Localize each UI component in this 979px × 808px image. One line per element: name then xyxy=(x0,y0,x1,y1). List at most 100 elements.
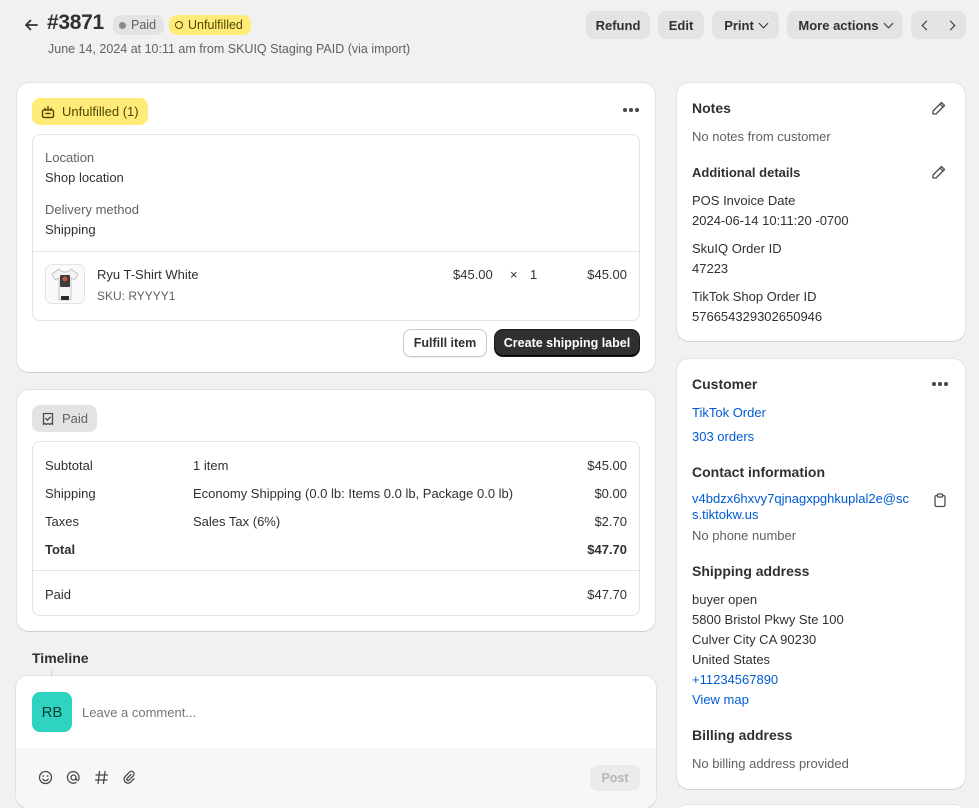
address-phone-link[interactable]: +11234567890 xyxy=(692,672,778,687)
location-label: Location xyxy=(45,150,95,165)
fulfillment-status-badge: Unfulfilled xyxy=(169,15,251,35)
address-line: United States xyxy=(692,652,771,667)
view-map-link[interactable]: View map xyxy=(692,692,749,707)
mention-icon[interactable] xyxy=(66,770,81,785)
address-line: Culver City CA 90230 xyxy=(692,632,817,647)
shipping-desc: Economy Shipping (0.0 lb: Items 0.0 lb, … xyxy=(193,486,514,501)
item-quantity: 1 xyxy=(530,267,538,282)
divider xyxy=(33,251,639,252)
status-label: Paid xyxy=(62,411,89,426)
arrow-left-icon xyxy=(25,19,38,31)
print-button[interactable]: Print xyxy=(712,11,779,39)
next-order-button[interactable] xyxy=(939,11,967,39)
back-button[interactable] xyxy=(20,14,42,36)
contact-info-title: Contact information xyxy=(692,464,825,480)
shipping-label: Shipping xyxy=(45,486,96,501)
unfulfilled-status-pill: Unfulfilled (1) xyxy=(32,98,148,125)
attachment-icon[interactable] xyxy=(122,770,137,785)
detail-label: POS Invoice Date xyxy=(692,193,796,208)
detail-value: 47223 xyxy=(692,261,729,276)
button-label: Fulfill item xyxy=(413,336,477,350)
customer-orders-link[interactable]: 303 orders xyxy=(692,429,754,444)
incomplete-circle-icon xyxy=(175,21,183,29)
total-amount: $47.70 xyxy=(587,542,627,557)
chevron-left-icon xyxy=(921,20,932,30)
detail-label: SkuIQ Order ID xyxy=(692,241,782,256)
customer-email-link[interactable]: v4bdzx6hxvy7qjnagxpghkuplal2e@sc s.tikto… xyxy=(692,491,909,523)
chevron-down-icon xyxy=(883,18,894,28)
fulfillment-menu-icon[interactable] xyxy=(623,108,639,112)
hashtag-icon[interactable] xyxy=(94,770,109,785)
product-sku: SKU: RYYYY1 xyxy=(97,289,176,303)
package-icon xyxy=(41,105,55,118)
chevron-right-icon xyxy=(945,20,956,30)
subtotal-label: Subtotal xyxy=(45,458,93,473)
paid-status-pill: Paid xyxy=(32,405,98,432)
customer-menu-icon[interactable] xyxy=(932,382,948,386)
subtotal-desc: 1 item xyxy=(193,458,229,473)
delivery-method-label: Delivery method xyxy=(45,202,139,217)
emoji-icon[interactable] xyxy=(38,770,53,785)
button-label: Edit xyxy=(668,17,694,33)
badge-label: Paid xyxy=(131,18,157,32)
email-line: v4bdzx6hxvy7qjnagxpghkuplal2e@sc xyxy=(692,491,910,506)
taxes-desc: Sales Tax (6%) xyxy=(193,514,281,529)
payment-card: Paid Subtotal 1 item $45.00 Shipping Eco… xyxy=(17,390,655,631)
additional-details-title: Additional details xyxy=(692,165,801,180)
notes-title: Notes xyxy=(692,100,731,116)
customer-card: Customer TikTok Order 303 orders Contact… xyxy=(677,359,965,789)
email-line: s.tiktokw.us xyxy=(692,507,759,522)
detail-value: 2024-06-14 10:11:20 -0700 xyxy=(692,213,849,228)
delivery-method-value: Shipping xyxy=(45,222,96,237)
edit-details-pencil-icon[interactable] xyxy=(931,164,947,180)
paid-label: Paid xyxy=(45,587,72,602)
edit-button[interactable]: Edit xyxy=(658,11,704,39)
tshirt-image xyxy=(51,268,79,301)
receipt-check-icon xyxy=(42,412,54,425)
copy-icon[interactable] xyxy=(933,493,947,508)
fulfillment-card: Unfulfilled (1) Location Shop location D… xyxy=(17,83,655,372)
timeline-title: Timeline xyxy=(32,650,89,666)
shipping-amount: $0.00 xyxy=(594,486,627,501)
button-label: Create shipping label xyxy=(503,336,631,350)
order-subtitle: June 14, 2024 at 10:11 am from SKUIQ Sta… xyxy=(48,42,411,56)
comment-box: RB Post xyxy=(16,676,656,808)
button-label: Refund xyxy=(595,17,641,33)
billing-address-title: Billing address xyxy=(692,727,793,743)
create-shipping-label-button[interactable]: Create shipping label xyxy=(495,330,639,356)
detail-value: 576654329302650946 xyxy=(692,309,823,324)
product-thumbnail[interactable] xyxy=(45,264,85,304)
phone-value: No phone number xyxy=(692,528,797,543)
edit-notes-pencil-icon[interactable] xyxy=(931,100,947,116)
detail-label: TikTok Shop Order ID xyxy=(692,289,817,304)
subtotal-amount: $45.00 xyxy=(587,458,627,473)
comment-toolbar: Post xyxy=(16,748,656,808)
shipping-address-title: Shipping address xyxy=(692,563,810,579)
product-name[interactable]: Ryu T-Shirt White xyxy=(97,267,199,282)
customer-title: Customer xyxy=(692,376,758,392)
fulfillment-details: Location Shop location Delivery method S… xyxy=(32,134,640,321)
item-price: $45.00 xyxy=(453,267,493,282)
button-label: More actions xyxy=(798,17,879,33)
status-label: Unfulfilled (1) xyxy=(62,104,139,119)
button-label: Print xyxy=(724,17,754,33)
post-button[interactable]: Post xyxy=(590,765,640,791)
paid-amount: $47.70 xyxy=(587,587,627,602)
more-actions-button[interactable]: More actions xyxy=(787,11,903,39)
multiply-sign: × xyxy=(510,267,518,282)
billing-address-value: No billing address provided xyxy=(692,756,849,771)
notes-card: Notes No notes from customer Additional … xyxy=(677,83,965,341)
chevron-down-icon xyxy=(758,18,769,28)
address-line: buyer open xyxy=(692,592,758,607)
comment-input[interactable] xyxy=(82,700,622,724)
fulfill-item-button[interactable]: Fulfill item xyxy=(403,329,487,357)
notes-value: No notes from customer xyxy=(692,129,831,144)
refund-button[interactable]: Refund xyxy=(586,11,650,39)
item-total: $45.00 xyxy=(587,267,627,282)
order-pager xyxy=(911,11,966,39)
previous-order-button[interactable] xyxy=(911,11,939,39)
address-line: 5800 Bristol Pkwy Ste 100 xyxy=(692,612,844,627)
taxes-amount: $2.70 xyxy=(594,514,627,529)
customer-name-link[interactable]: TikTok Order xyxy=(692,405,766,420)
badge-label: Unfulfilled xyxy=(188,18,243,32)
